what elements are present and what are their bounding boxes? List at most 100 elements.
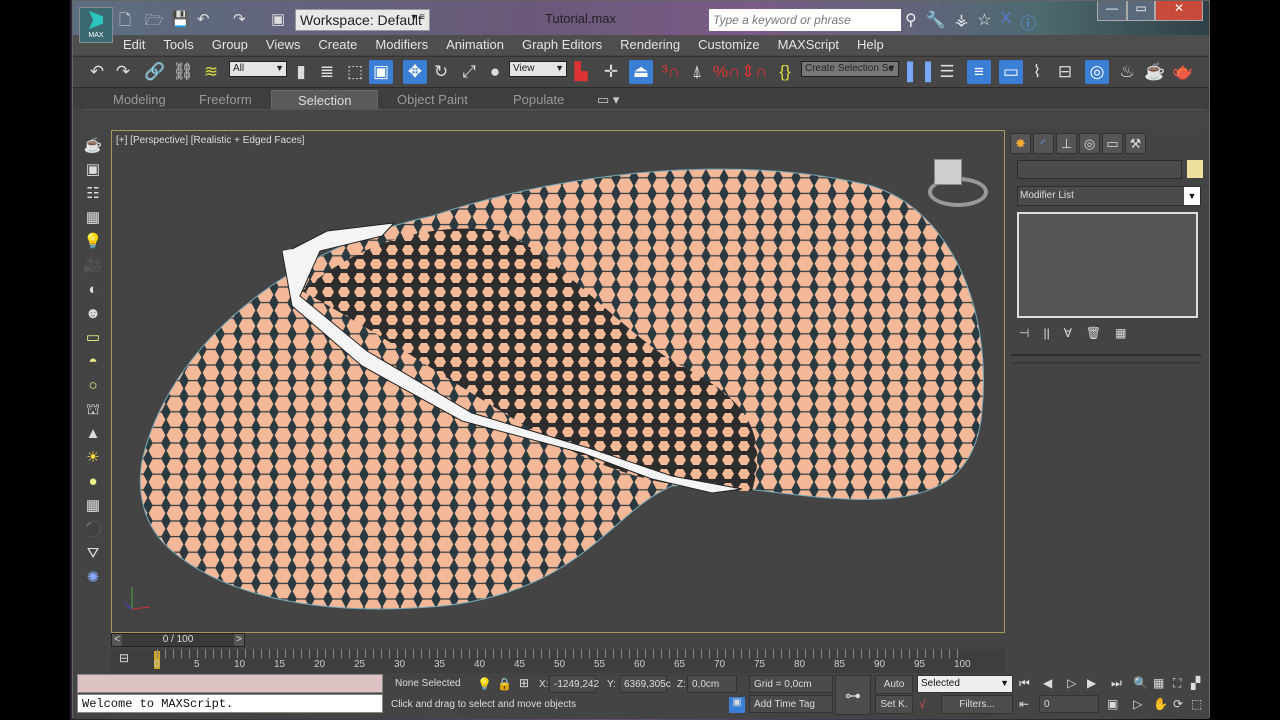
list-icon[interactable]: ☷: [83, 185, 103, 203]
hedra-icon[interactable]: ⛫: [83, 401, 103, 419]
time-configuration-icon[interactable]: ▣: [1107, 697, 1118, 711]
material-editor-icon[interactable]: ◎: [1085, 60, 1109, 84]
orbit-icon[interactable]: ⟳: [1173, 697, 1183, 711]
redo-icon[interactable]: ↷: [111, 60, 135, 84]
sphere-icon[interactable]: ○: [83, 377, 103, 395]
menu-tools[interactable]: Tools: [163, 35, 204, 55]
create-tab-icon[interactable]: ✸: [1010, 133, 1031, 154]
go-to-end-icon[interactable]: ⏭: [1111, 676, 1122, 691]
character-icon[interactable]: ☻: [83, 305, 103, 323]
box-icon[interactable]: ▭: [83, 329, 103, 347]
select-object-icon[interactable]: ▮: [289, 60, 313, 84]
menu-help[interactable]: Help: [857, 35, 895, 55]
maxscript-output[interactable]: Welcome to MAXScript.: [77, 694, 383, 713]
render-setup-icon[interactable]: ♨: [1115, 60, 1139, 84]
play-icon[interactable]: ▷: [1067, 676, 1076, 690]
remove-modifier-icon[interactable]: 🗑: [1086, 326, 1101, 340]
motion-tab-icon[interactable]: ◎: [1079, 133, 1100, 154]
next-frame-icon[interactable]: ▶︎: [1087, 676, 1096, 690]
track-bar[interactable]: ⊟ 0 5 10 15 20 25 30 35 40 45 50 55 60 65 70 75 80 85 90 95…: [111, 649, 1005, 673]
z-coordinate-field[interactable]: 0,0cm: [687, 675, 737, 693]
pin-stack-icon[interactable]: ⊣: [1019, 326, 1029, 340]
reference-coordinate-dropdown[interactable]: View: [509, 61, 567, 77]
sphere-half-icon[interactable]: ◐: [83, 281, 103, 299]
pivot-center-icon[interactable]: ▙: [569, 60, 593, 84]
align-icon[interactable]: ☰: [935, 60, 959, 84]
window-crossing-icon[interactable]: ▣: [369, 60, 393, 84]
key-tangent-icon[interactable]: √: [919, 697, 926, 711]
set-key-button[interactable]: Set K.: [875, 695, 913, 714]
add-time-tag-button[interactable]: Add Time Tag: [749, 695, 833, 713]
perspective-viewport[interactable]: [+] [Perspective] [Realistic + Edged Fac…: [111, 130, 1005, 633]
new-file-icon[interactable]: 🗋: [119, 10, 131, 30]
time-slider[interactable]: < 0 / 100 >: [111, 633, 245, 647]
zoom-all-icon[interactable]: ▦: [1153, 676, 1164, 690]
zoom-extents-icon[interactable]: ⛶: [1173, 676, 1181, 691]
cone-icon[interactable]: ▲: [83, 425, 103, 443]
set-key-icon[interactable]: ⊶: [835, 675, 871, 715]
mini-curve-editor-icon[interactable]: ⊟: [119, 651, 129, 665]
current-frame-field[interactable]: 0: [1039, 695, 1099, 713]
search-input[interactable]: Type a keyword or phrase: [709, 9, 901, 31]
ribbon-options-icon[interactable]: ▭ ▾: [597, 90, 619, 110]
select-place-icon[interactable]: ●: [483, 60, 507, 84]
selection-region-icon[interactable]: ⬚: [343, 60, 367, 84]
light-icon[interactable]: 💡: [83, 233, 103, 251]
menu-graph-editors[interactable]: Graph Editors: [522, 35, 613, 55]
tab-selection[interactable]: Selection: [271, 90, 379, 110]
help-icon[interactable]: ⓘ: [1020, 10, 1036, 34]
undo-icon[interactable]: ↶: [197, 10, 210, 30]
time-tag-icon[interactable]: ▣: [729, 697, 745, 713]
zoom-icon[interactable]: 🔍: [1133, 676, 1148, 690]
select-manipulate-icon[interactable]: ✛: [599, 60, 623, 84]
make-unique-icon[interactable]: ∀: [1064, 326, 1072, 340]
undo-icon[interactable]: ↶: [85, 60, 109, 84]
menu-customize[interactable]: Customize: [698, 35, 770, 55]
pyramid-icon[interactable]: ⛛: [83, 545, 103, 563]
binoculars-icon[interactable]: ⚲: [905, 10, 917, 34]
redo-icon[interactable]: ↷: [233, 10, 246, 30]
menu-maxscript[interactable]: MAXScript: [778, 35, 850, 55]
layer-manager-icon[interactable]: ≡: [967, 60, 991, 84]
menu-modifiers[interactable]: Modifiers: [375, 35, 439, 55]
auto-key-button[interactable]: Auto: [875, 675, 913, 694]
minimize-button[interactable]: —: [1097, 1, 1127, 21]
go-to-start-icon[interactable]: ⏮: [1019, 676, 1030, 691]
key-filters-button[interactable]: Filters...: [941, 695, 1013, 714]
utilities-tab-icon[interactable]: ⚒: [1125, 133, 1146, 154]
geosphere-icon[interactable]: ✺: [83, 569, 103, 587]
isolate-selection-icon[interactable]: 💡: [477, 677, 492, 691]
object-name-field[interactable]: [1017, 160, 1182, 179]
y-coordinate-field[interactable]: 6369,305c: [619, 675, 671, 693]
render-icon[interactable]: ▣: [83, 161, 103, 179]
percent-snap-icon[interactable]: %∩: [713, 60, 740, 84]
maximize-button[interactable]: ▭: [1127, 1, 1155, 21]
curve-editor-icon[interactable]: ⌇: [1025, 60, 1049, 84]
scene-explorer-icon[interactable]: ▭: [999, 60, 1023, 84]
workspace-dropdown[interactable]: Workspace: Default ▾ ≡: [295, 9, 430, 31]
particle-icon[interactable]: ⚫: [83, 521, 103, 539]
x-coordinate-field[interactable]: -1249,242: [549, 675, 599, 693]
named-selection-dropdown[interactable]: Create Selection Se: [801, 61, 899, 77]
plane-icon[interactable]: ▦: [83, 497, 103, 515]
app-menu-button[interactable]: MAX: [79, 7, 113, 43]
menu-edit[interactable]: Edit: [123, 35, 156, 55]
hierarchy-tab-icon[interactable]: ⊥: [1056, 133, 1077, 154]
maximize-viewport-icon[interactable]: ⬚: [1191, 697, 1202, 711]
menu-rendering[interactable]: Rendering: [620, 35, 691, 55]
select-rotate-icon[interactable]: ↻: [429, 60, 453, 84]
select-move-icon[interactable]: ✥: [403, 60, 427, 84]
link-icon[interactable]: 🔗: [143, 60, 167, 84]
maxscript-listener-input[interactable]: [77, 674, 383, 693]
schematic-view-icon[interactable]: ⊟: [1053, 60, 1077, 84]
select-by-name-icon[interactable]: ≣: [315, 60, 339, 84]
modifier-list-dropdown[interactable]: Modifier List ▼: [1017, 186, 1201, 206]
save-icon[interactable]: 💾: [171, 10, 190, 30]
angle-snap-icon[interactable]: ⍋: [685, 60, 709, 84]
star-icon[interactable]: ☆: [977, 10, 991, 34]
dome-icon[interactable]: ◓: [83, 353, 103, 371]
tab-modeling[interactable]: Modeling: [113, 90, 166, 110]
select-scale-icon[interactable]: ⤢: [457, 60, 481, 84]
menu-animation[interactable]: Animation: [446, 35, 515, 55]
grid-icon[interactable]: ▦: [83, 209, 103, 227]
